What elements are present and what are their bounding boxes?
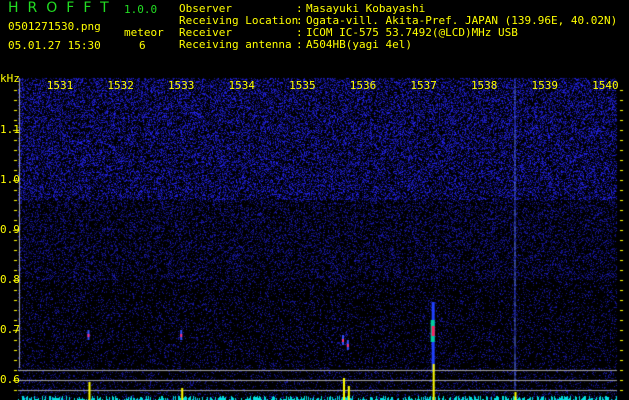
spectrogram-canvas — [0, 0, 629, 400]
y-tick-label: 1.0 — [0, 173, 20, 186]
x-tick-label: 1531 — [46, 79, 74, 92]
x-tick-label: 1535 — [289, 79, 316, 92]
x-tick-label: 1538 — [470, 79, 498, 92]
y-tick-label: 0.8 — [0, 273, 20, 286]
x-tick-label: 1536 — [349, 79, 377, 92]
datetime: 05.01.27 15:30 — [8, 39, 101, 52]
x-tick-label: 1540 — [592, 79, 619, 92]
x-tick-label: 1533 — [167, 79, 195, 92]
app-version: 1.0.0 — [124, 3, 158, 16]
filename: 0501271530.png — [8, 20, 101, 33]
meteor-count: 6 — [139, 39, 146, 52]
info-value: A504HB(yagi 4el) — [306, 38, 412, 51]
x-tick-label: 1537 — [410, 79, 437, 92]
meteor-label: meteor — [124, 26, 164, 39]
y-tick-label: 0.6 — [0, 373, 20, 386]
app-title: HROFFT — [8, 0, 118, 16]
y-tick-label: 0.7 — [0, 323, 20, 336]
x-tick-label: 1539 — [531, 79, 559, 92]
y-tick-label: 0.9 — [0, 223, 20, 236]
x-tick-label: 1534 — [228, 79, 256, 92]
y-unit-label: kHz — [0, 72, 20, 85]
x-tick-label: 1532 — [107, 79, 134, 92]
info-separator: : — [296, 38, 303, 51]
y-tick-label: 1.1 — [0, 123, 20, 136]
info-label: Receiving antenna — [179, 38, 292, 51]
